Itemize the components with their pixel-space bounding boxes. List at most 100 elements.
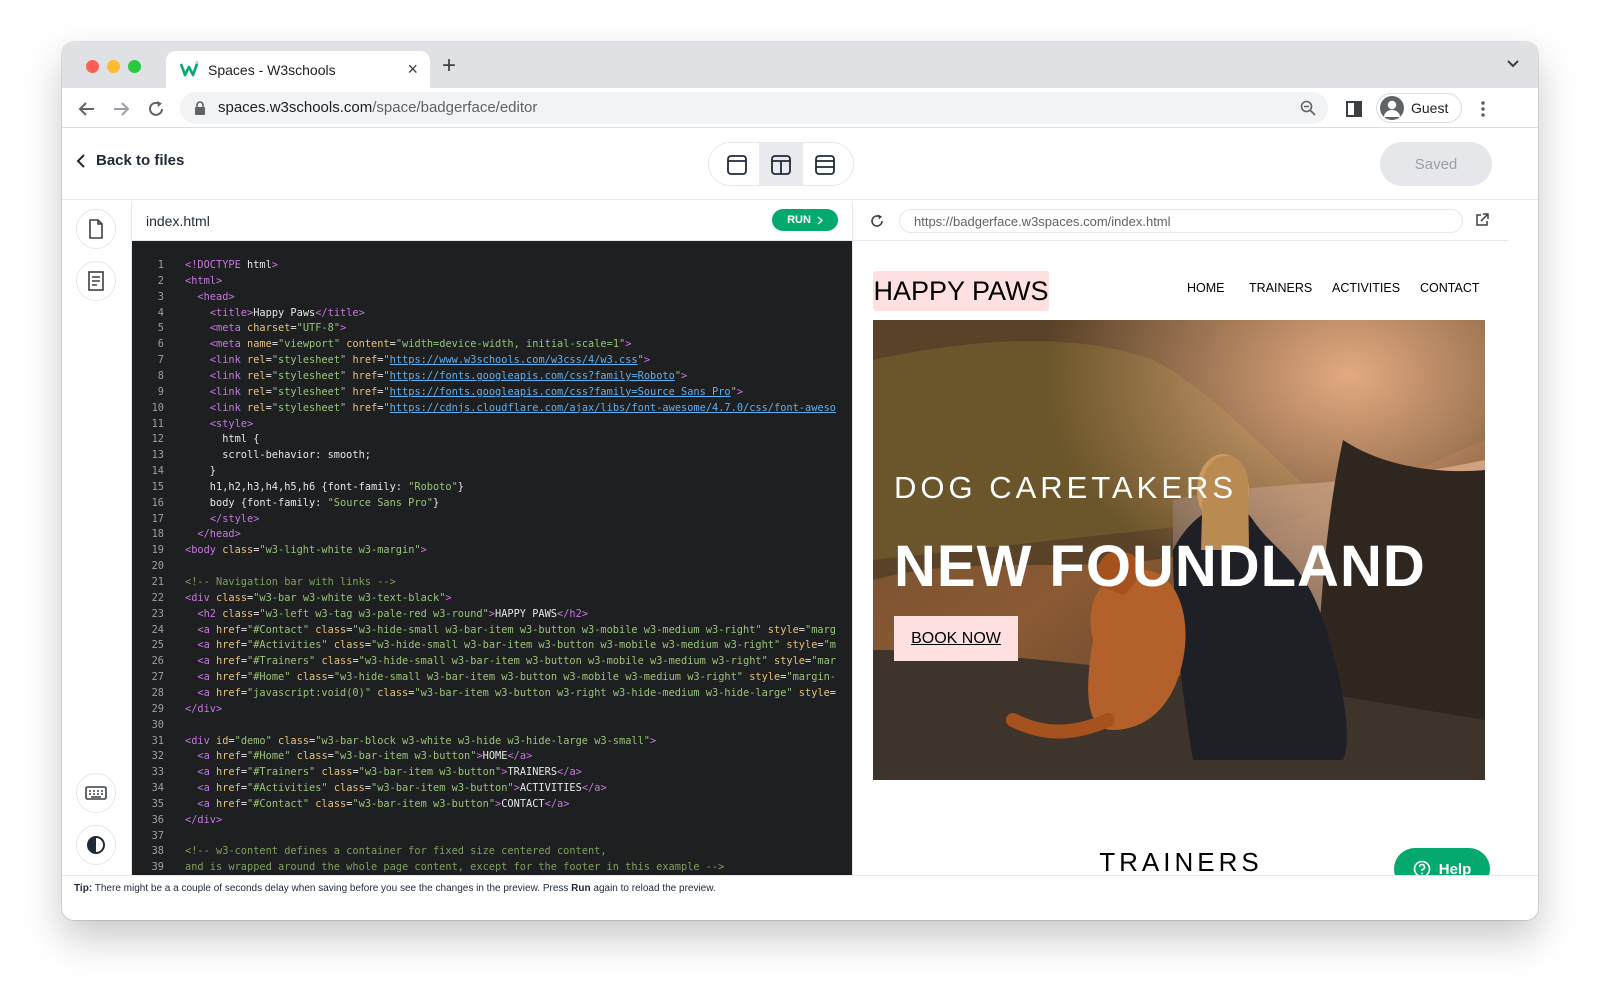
code-line[interactable]: 7 <link rel="stylesheet" href="https://w… [132,354,852,370]
code-text: <style> [209,417,254,430]
zoom-icon[interactable] [1300,100,1316,116]
back-arrow-icon[interactable] [76,98,98,120]
code-line[interactable]: 17 </style> [132,513,852,529]
layout-stacked-button[interactable] [803,143,847,185]
code-line[interactable]: 21 <!-- Navigation bar with links --> [132,576,852,592]
code-line[interactable]: 9 <link rel="stylesheet" href="https://f… [132,386,852,402]
code-line[interactable]: 11 <style> [132,418,852,434]
code-line[interactable]: 31 <div id="demo" class="w3-bar-block w3-… [132,735,852,751]
book-now-button[interactable]: BOOK NOW [894,616,1018,661]
site-nav-trainers[interactable]: TRAINERS [1249,281,1312,295]
tab-search-chevron-icon[interactable] [1506,59,1520,69]
preview-url-field[interactable]: https://badgerface.w3spaces.com/index.ht… [899,209,1463,233]
address-bar[interactable]: spaces.w3schools.com/space/badgerface/ed… [180,92,1328,124]
code-line[interactable]: 12 html { [132,433,852,449]
tab-close-icon[interactable]: × [407,58,418,80]
reload-icon[interactable] [145,98,167,120]
code-text: <div class="w3-bar w3-white w3-text-blac… [185,591,452,604]
docs-button[interactable] [76,261,116,301]
site-nav-home[interactable]: HOME [1187,281,1225,295]
code-text: <h2 class="w3-left w3-tag w3-pale-red w3… [197,607,589,620]
keyboard-icon [85,786,107,800]
code-line[interactable]: 32 <a href="#Home" class="w3-bar-item w3… [132,750,852,766]
code-line[interactable]: 34 <a href="#Activities" class="w3-bar-i… [132,782,852,798]
code-line[interactable]: 27 <a href="#Home" class="w3-hide-small … [132,671,852,687]
saved-button[interactable]: Saved [1380,142,1492,186]
code-line[interactable]: 13 scroll-behavior: smooth; [132,449,852,465]
code-line[interactable]: 3 <head> [132,291,852,307]
line-number: 36 [151,813,164,826]
browser-tab[interactable]: 3 Spaces - W3schools × [166,51,430,88]
run-button[interactable]: RUN [772,209,838,231]
code-line[interactable]: 35 <a href="#Contact" class="w3-bar-item… [132,798,852,814]
profile-button[interactable]: Guest [1376,93,1462,123]
close-window-button[interactable] [86,60,99,73]
external-link-icon[interactable] [1475,213,1489,227]
code-line[interactable]: 4 <title>Happy Paws</title> [132,307,852,323]
line-number: 32 [151,750,164,763]
layout-full-button[interactable] [715,143,759,185]
code-line[interactable]: 8 <link rel="stylesheet" href="https://f… [132,370,852,386]
code-line[interactable]: 16 body {font-family: "Source Sans Pro"} [132,497,852,513]
svg-text:3: 3 [195,62,199,68]
code-line[interactable]: 18 </head> [132,528,852,544]
code-line[interactable]: 5 <meta charset="UTF-8"> [132,322,852,338]
code-text: <!-- w3-content defines a container for … [185,845,607,858]
code-line[interactable]: 29 </div> [132,703,852,719]
code-text: <a href="#Contact" class="w3-bar-item w3… [197,797,570,810]
code-line[interactable]: 38 <!-- w3-content defines a container fo… [132,845,852,861]
code-line[interactable]: 24 <a href="#Contact" class="w3-hide-sma… [132,624,852,640]
contrast-icon [87,836,105,854]
line-number: 39 [151,861,164,874]
line-number: 21 [151,576,164,588]
code-line[interactable]: 22 <div class="w3-bar w3-white w3-text-bl… [132,592,852,608]
code-line[interactable]: 15 h1,h2,h3,h4,h5,h6 {font-family: "Robo… [132,481,852,497]
code-line[interactable]: 26 <a href="#Trainers" class="w3-hide-sm… [132,655,852,671]
keyboard-button[interactable] [76,773,116,813]
code-text: <!DOCTYPE html> [185,259,278,271]
code-text: </div> [185,702,223,715]
code-editor[interactable]: 1 <!DOCTYPE html> 2 <html> 3 <head> 4 <title>… [132,241,852,875]
kebab-menu-icon[interactable] [1472,98,1494,120]
code-line[interactable]: 10 <link rel="stylesheet" href="https://… [132,402,852,418]
site-nav-contact[interactable]: CONTACT [1420,281,1480,295]
file-icon [89,219,103,239]
code-line[interactable]: 30 [132,719,852,735]
sidepanel-icon[interactable] [1343,98,1365,120]
code-text: <link rel="stylesheet" href="https://fon… [209,385,744,398]
code-line[interactable]: 28 <a href="javascript:void(0)" class="w… [132,687,852,703]
code-line[interactable]: 20 [132,560,852,576]
forward-arrow-icon[interactable] [110,98,132,120]
preview-reload-icon[interactable] [869,213,885,229]
code-line[interactable]: 2 <html> [132,275,852,291]
code-text: html { [185,433,260,446]
code-line[interactable]: 39 and is wrapped around the whole page c… [132,861,852,875]
code-line[interactable]: 1 <!DOCTYPE html> [132,259,852,275]
code-line[interactable]: 14 } [132,465,852,481]
back-to-files-link[interactable]: Back to files [76,152,184,169]
code-line[interactable]: 23 <h2 class="w3-left w3-tag w3-pale-red… [132,608,852,624]
code-line[interactable]: 36 </div> [132,814,852,830]
code-text: </style> [209,512,260,525]
code-line[interactable]: 37 [132,830,852,846]
code-text: <a href="#Trainers" class="w3-bar-item w… [197,766,582,779]
code-text: body {font-family: "Source Sans Pro"} [185,496,440,509]
code-text: <!-- Navigation bar with links --> [185,576,396,588]
code-line[interactable]: 33 <a href="#Trainers" class="w3-bar-ite… [132,766,852,782]
theme-button[interactable] [76,825,116,865]
new-tab-button[interactable]: + [442,54,456,78]
site-logo[interactable]: HAPPY PAWS [873,271,1049,311]
browser-window: 3 Spaces - W3schools × + spaces.w3school… [62,42,1538,920]
layout-split-button[interactable] [759,143,803,185]
code-text: <link rel="stylesheet" href="https://www… [209,354,651,367]
files-button[interactable] [76,209,116,249]
code-text: <a href="#Activities" class="w3-bar-item… [197,782,607,795]
minimize-window-button[interactable] [107,60,120,73]
code-line[interactable]: 19 <body class="w3-light-white w3-margin"… [132,544,852,560]
code-line[interactable]: 6 <meta name="viewport" content="width=d… [132,338,852,354]
code-text: scroll-behavior: smooth; [185,449,371,462]
code-line[interactable]: 25 <a href="#Activities" class="w3-hide-… [132,639,852,655]
maximize-window-button[interactable] [128,60,141,73]
site-nav-activities[interactable]: ACTIVITIES [1332,281,1400,295]
w3schools-favicon-icon: 3 [180,62,199,77]
